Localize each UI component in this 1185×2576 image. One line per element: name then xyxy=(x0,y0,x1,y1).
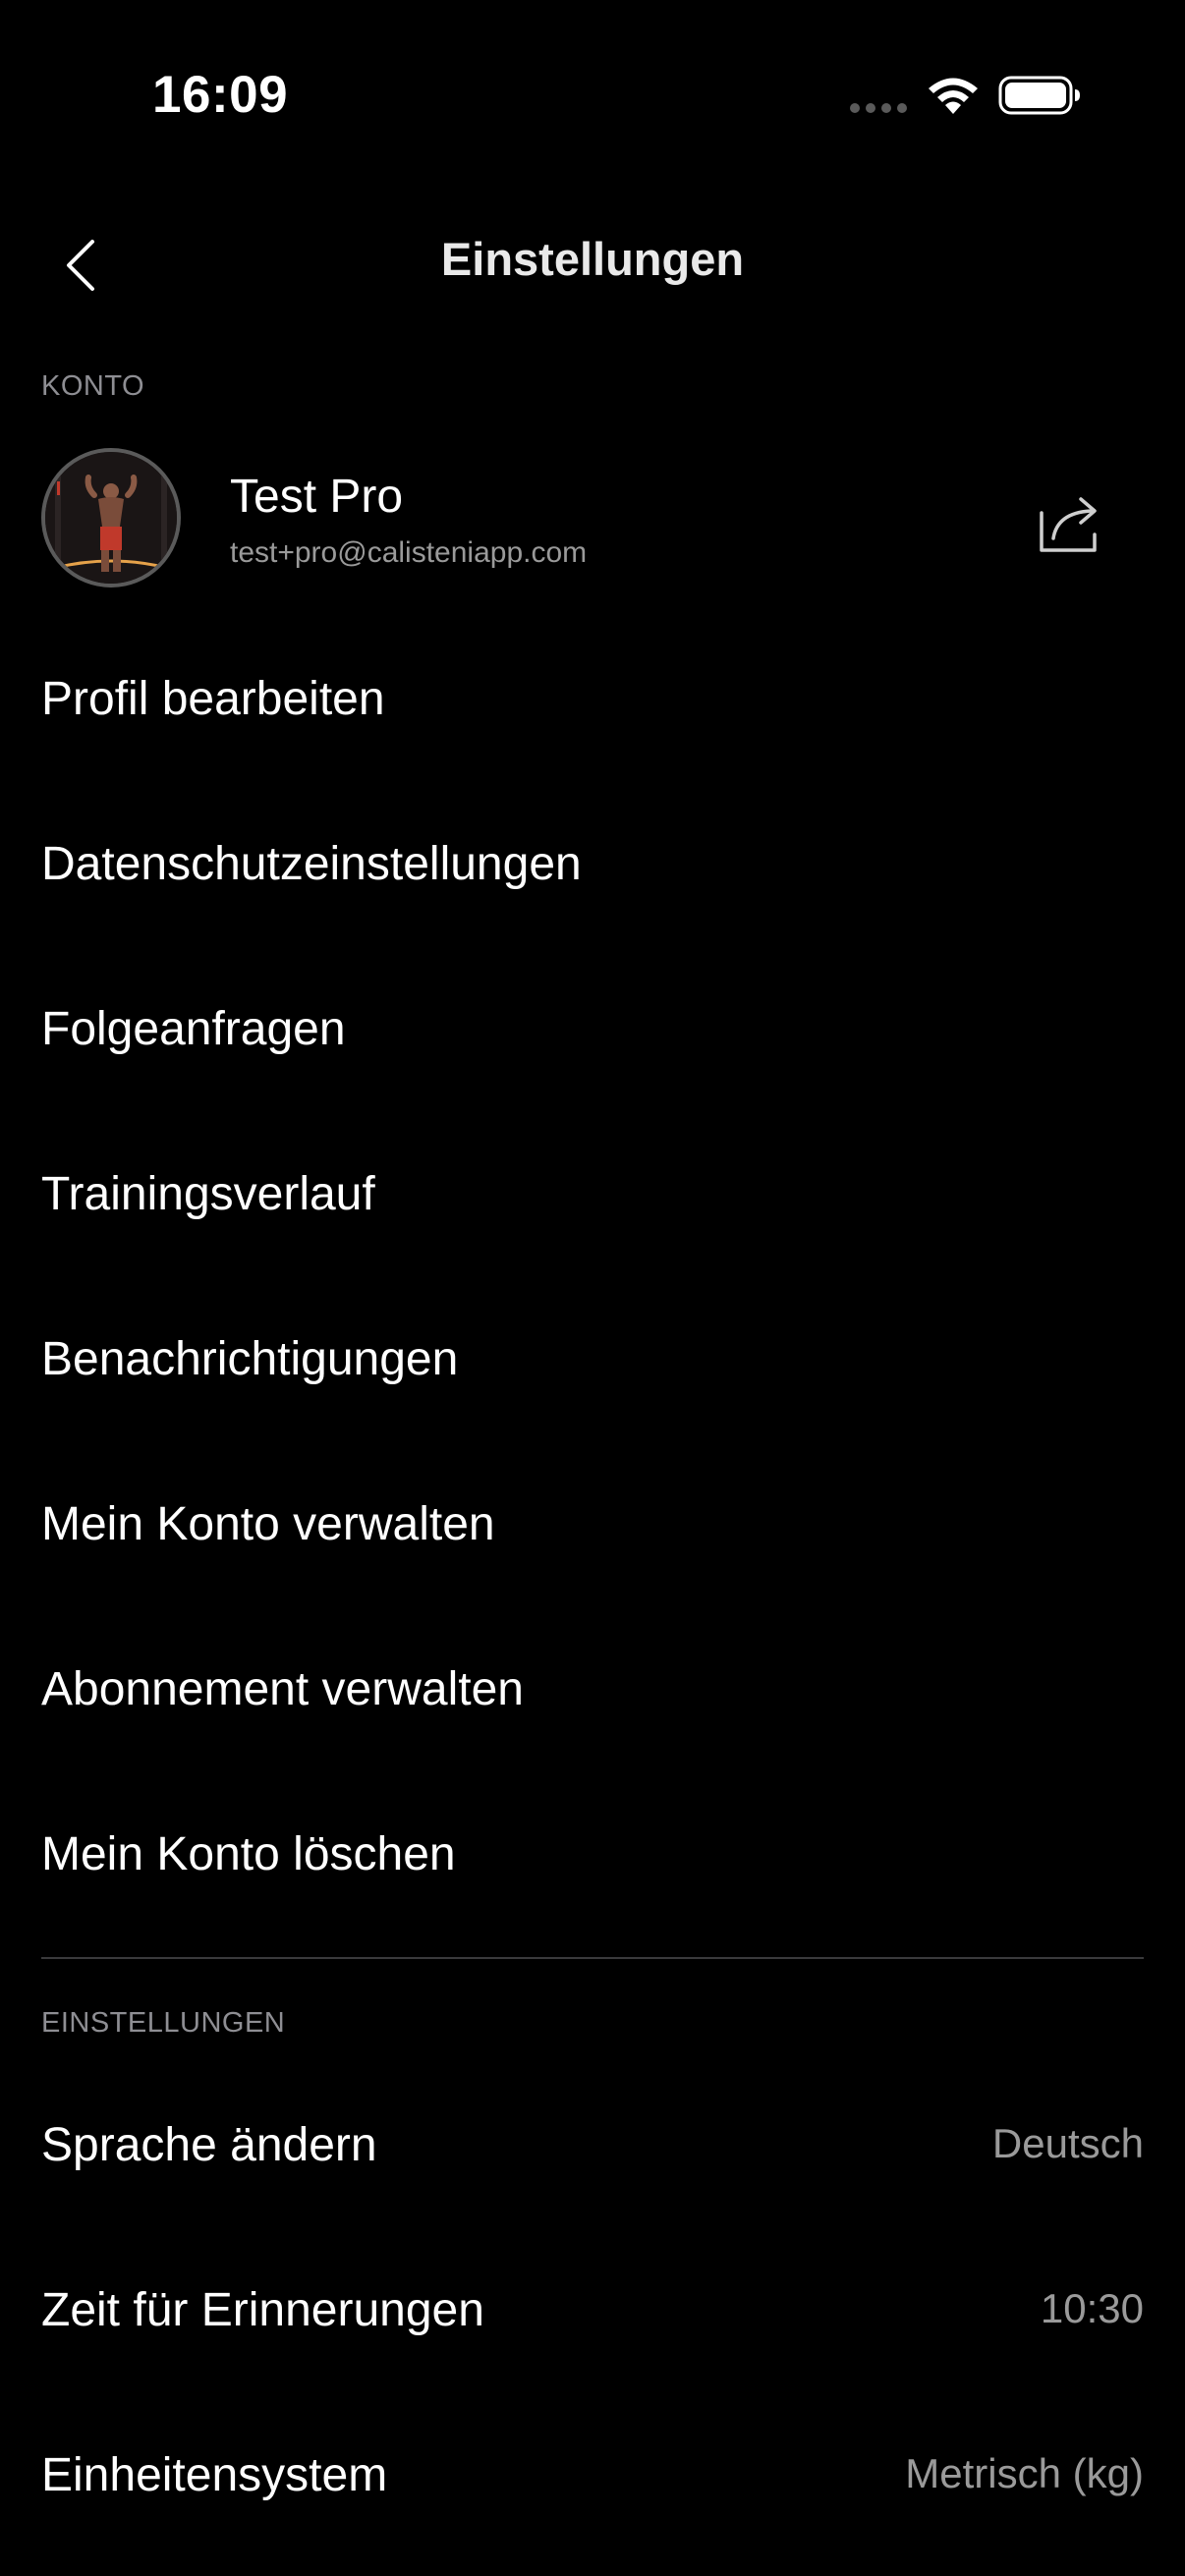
menu-item-label: Datenschutzeinstellungen xyxy=(41,838,582,890)
navigation-bar: Einstellungen xyxy=(0,196,1185,334)
menu-item-value: Metrisch (kg) xyxy=(905,2450,1144,2496)
share-icon xyxy=(1040,497,1097,552)
menu-item-label: Mein Konto verwalten xyxy=(41,1498,495,1550)
menu-item-label: Benachrichtigungen xyxy=(41,1333,459,1385)
menu-item-abonnement-verwalten[interactable]: Abonnement verwalten xyxy=(41,1639,1144,1737)
status-time: 16:09 xyxy=(152,66,289,124)
avatar xyxy=(41,448,181,588)
profile-email: test+pro@calisteniapp.com xyxy=(230,536,588,569)
menu-item-label: Zeit für Erinnerungen xyxy=(41,2284,484,2336)
menu-item-sprache-aendern[interactable]: Sprache ändern Deutsch xyxy=(41,2095,1144,2193)
menu-item-label: Einheitensystem xyxy=(41,2449,388,2501)
menu-item-label: Mein Konto löschen xyxy=(41,1828,456,1880)
menu-item-datenschutzeinstellungen[interactable]: Datenschutzeinstellungen xyxy=(41,813,1144,912)
menu-item-value: 10:30 xyxy=(1040,2285,1144,2331)
menu-item-label: Sprache ändern xyxy=(41,2119,377,2171)
menu-item-zeit-fuer-erinnerungen[interactable]: Zeit für Erinnerungen 10:30 xyxy=(41,2260,1144,2358)
share-button[interactable] xyxy=(1034,491,1112,556)
menu-item-profil-bearbeiten[interactable]: Profil bearbeiten xyxy=(41,648,1144,747)
section-label-einstellungen: EINSTELLUNGEN xyxy=(41,2007,286,2039)
wifi-icon xyxy=(929,78,978,114)
menu-item-label: Profil bearbeiten xyxy=(41,673,385,725)
cellular-signal-icon xyxy=(850,103,907,113)
page-title: Einstellungen xyxy=(440,233,745,285)
menu-item-value: Deutsch xyxy=(991,2120,1144,2166)
menu-item-benachrichtigungen[interactable]: Benachrichtigungen xyxy=(41,1309,1144,1407)
menu-item-label: Folgeanfragen xyxy=(41,1003,346,1055)
status-bar: 16:09 xyxy=(0,0,1185,187)
profile-name: Test Pro xyxy=(230,471,404,523)
menu-item-folgeanfragen[interactable]: Folgeanfragen xyxy=(41,979,1144,1077)
menu-item-einheitensystem[interactable]: Einheitensystem Metrisch (kg) xyxy=(41,2425,1144,2523)
section-divider xyxy=(41,1957,1144,1959)
section-label-konto: KONTO xyxy=(41,370,145,402)
menu-item-mein-konto-verwalten[interactable]: Mein Konto verwalten xyxy=(41,1474,1144,1572)
menu-item-trainingsverlauf[interactable]: Trainingsverlauf xyxy=(41,1144,1144,1242)
profile-row[interactable]: Test Pro test+pro@calisteniapp.com xyxy=(0,440,1185,597)
menu-item-label: Trainingsverlauf xyxy=(41,1168,375,1220)
menu-item-label: Abonnement verwalten xyxy=(41,1663,524,1715)
avatar-image xyxy=(45,452,177,584)
battery-icon xyxy=(998,76,1080,115)
menu-item-mein-konto-loeschen[interactable]: Mein Konto löschen xyxy=(41,1804,1144,1902)
